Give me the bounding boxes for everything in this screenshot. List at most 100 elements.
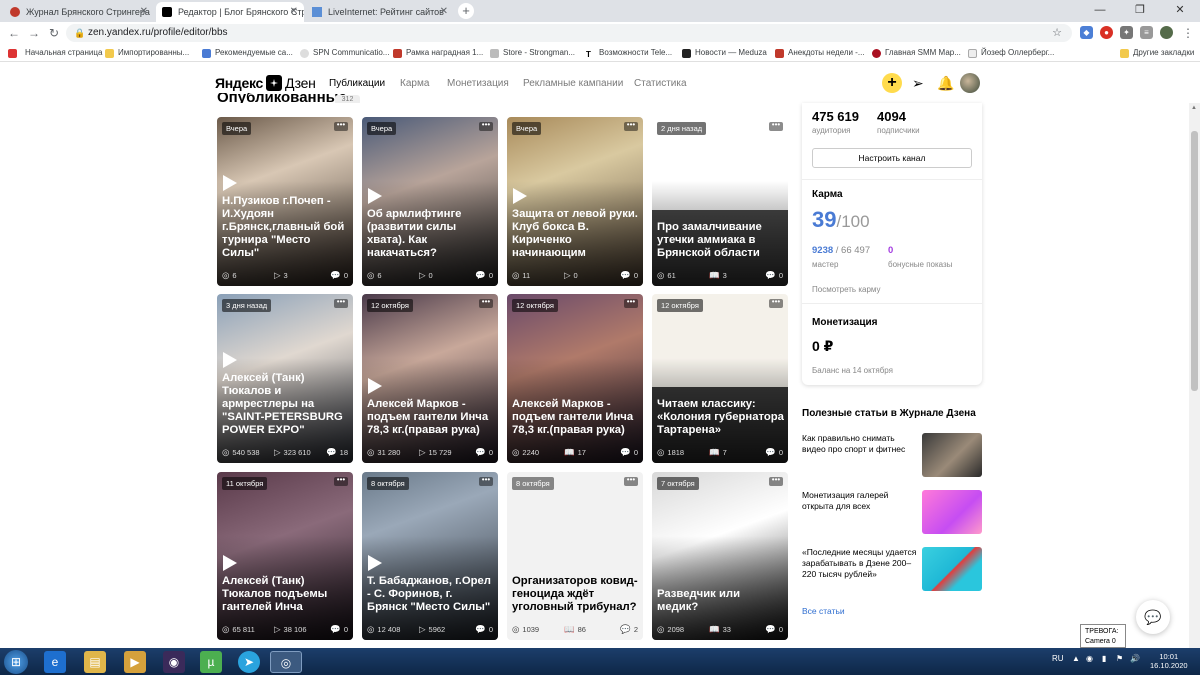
publication-card[interactable]: Вчера ••• Защита от левой руки. Клуб бокса… — [507, 117, 643, 286]
utorrent-icon[interactable]: µ — [200, 651, 222, 673]
card-more-icon[interactable]: ••• — [334, 121, 348, 131]
bookmark-item[interactable]: Начальная страница — [8, 47, 102, 59]
scrollbar-thumb[interactable] — [1191, 131, 1198, 391]
publication-card[interactable]: 2 дня назад ••• Про замалчивание утечки ам… — [652, 117, 788, 286]
network-icon[interactable]: ▮ — [1102, 654, 1106, 663]
tray-expand-icon[interactable]: ▲ — [1072, 654, 1080, 663]
tab-close-icon[interactable]: ✕ — [290, 6, 298, 17]
bookmark-item[interactable]: T Возможности Tele... — [586, 47, 672, 59]
volume-icon[interactable]: 🔊 — [1130, 654, 1140, 663]
bookmark-item[interactable]: SPN Communicatio... — [300, 47, 389, 59]
tab-close-icon[interactable]: ✕ — [140, 6, 148, 17]
page-icon — [490, 48, 499, 58]
new-tab-button[interactable]: + — [458, 3, 474, 19]
card-title: Про замалчивание утечки аммиака в Брянск… — [657, 221, 762, 259]
second-stat: 📖 7 — [709, 447, 727, 458]
forward-arrow-icon[interactable]: → — [26, 25, 42, 41]
chat-icon: 💬 — [1144, 609, 1162, 625]
bookmark-item[interactable]: Импортированны... — [105, 47, 189, 59]
puzzle-extensions-icon[interactable]: ✦ — [1120, 26, 1133, 39]
publication-card[interactable]: 8 октября ••• Организаторов ковид-геноцида… — [507, 472, 643, 640]
card-more-icon[interactable]: ••• — [334, 476, 348, 486]
publication-card[interactable]: Вчера ••• Об армлифтинге (развитии силы хв… — [362, 117, 498, 286]
publication-card[interactable]: Вчера ••• Н.Пузиков г.Почеп - И.Худоян г.Б… — [217, 117, 353, 286]
nav-karma[interactable]: Карма — [400, 78, 429, 89]
reload-icon[interactable]: ↻ — [46, 25, 62, 41]
scroll-up-icon[interactable]: ▲ — [1191, 105, 1197, 111]
bookmark-star-icon[interactable]: ☆ — [1052, 24, 1062, 42]
minimize-icon[interactable]: — — [1080, 0, 1120, 22]
publication-card[interactable]: 12 октября ••• Алексей Марков - подъем ган… — [507, 294, 643, 463]
publication-card[interactable]: 7 октября ••• Разведчик или медик? ◎ 2098 📖 33… — [652, 472, 788, 640]
publication-card[interactable]: 12 октября ••• Алексей Марков - подъем ган… — [362, 294, 498, 463]
views-stat: ◎ 1039 — [512, 624, 539, 635]
support-chat-button[interactable]: 💬 — [1136, 600, 1170, 634]
card-more-icon[interactable]: ••• — [479, 298, 493, 308]
useful-article-item[interactable]: Как правильно снимать видео про спорт и … — [802, 433, 982, 477]
extension-icon[interactable]: ≡ — [1140, 26, 1153, 39]
nav-publications[interactable]: Публикации — [329, 78, 385, 89]
url-input[interactable]: 🔒 zen.yandex.ru/profile/editor/bbs ☆ — [66, 24, 1072, 42]
close-window-icon[interactable]: ✕ — [1160, 0, 1200, 22]
card-more-icon[interactable]: ••• — [624, 121, 638, 131]
nav-ad-campaigns[interactable]: Рекламные кампании — [523, 78, 623, 89]
maximize-icon[interactable]: ❐ — [1120, 0, 1160, 22]
send-icon[interactable]: ➢ — [912, 74, 924, 92]
publication-card[interactable]: 12 октября ••• Читаем классику: «Колония г… — [652, 294, 788, 463]
comments-icon: 💬 — [330, 270, 341, 280]
useful-article-item[interactable]: Монетизация галерей открыта для всех — [802, 490, 982, 534]
user-avatar[interactable] — [960, 73, 980, 93]
publication-card[interactable]: 8 октября ••• Т. Бабаджанов, г.Орел - С. Ф… — [362, 472, 498, 640]
bookmark-item-other[interactable]: Другие закладки — [1120, 47, 1194, 59]
card-more-icon[interactable]: ••• — [624, 476, 638, 486]
nav-statistics[interactable]: Статистика — [634, 78, 687, 89]
bookmark-item[interactable]: Йозеф Оллерберг... — [968, 47, 1054, 59]
explorer-folder-icon[interactable]: ▤ — [84, 651, 106, 673]
card-more-icon[interactable]: ••• — [769, 121, 783, 131]
chrome-icon[interactable]: ◎ — [270, 651, 302, 673]
language-indicator[interactable]: RU — [1052, 654, 1064, 663]
browser-menu-icon[interactable]: ⋮ — [1180, 25, 1196, 41]
nav-monetization[interactable]: Монетизация — [447, 78, 509, 89]
all-articles-link[interactable]: Все статьи — [802, 606, 845, 616]
view-karma-link[interactable]: Посмотреть карму — [812, 285, 881, 294]
camera-alert-icon[interactable]: ◉ — [1086, 654, 1093, 663]
app-icon[interactable]: ◉ — [163, 651, 185, 673]
useful-article-item[interactable]: «Последние месяцы удается зарабатывать в… — [802, 547, 982, 591]
telegram-icon[interactable]: ➤ — [238, 651, 260, 673]
taskbar-clock[interactable]: 10:01 16.10.2020 — [1150, 652, 1188, 670]
bookmark-item[interactable]: Главная SMM Мар... — [872, 47, 961, 59]
ie-icon[interactable]: e — [44, 651, 66, 673]
panel-divider — [802, 303, 982, 304]
create-post-button[interactable]: + — [882, 73, 902, 93]
start-menu-icon[interactable]: ⊞ — [4, 650, 28, 674]
media-player-icon[interactable]: ▶ — [124, 651, 146, 673]
back-arrow-icon[interactable]: ← — [6, 25, 22, 41]
tab-editor[interactable]: Редактор | Блог Брянского Стри... ✕ — [156, 2, 304, 22]
publication-card[interactable]: 11 октября ••• Алексей (Танк) Тюкалов подъ… — [217, 472, 353, 640]
zen-logo[interactable]: Яндекс Дзен — [215, 75, 316, 91]
profile-avatar-icon[interactable] — [1160, 26, 1173, 39]
extension-icon[interactable]: ◆ — [1080, 26, 1093, 39]
publication-card[interactable]: 3 дня назад ••• Алексей (Танк) Тюкалов и а… — [217, 294, 353, 463]
tab-stringer-journal[interactable]: Журнал Брянского Стрингера ✕ — [4, 2, 154, 22]
bookmark-item[interactable]: Рамка наградная 1... — [393, 47, 483, 59]
card-more-icon[interactable]: ••• — [769, 298, 783, 308]
bookmark-item[interactable]: Store - Strongman... — [490, 47, 575, 59]
bookmark-item[interactable]: Анекдоты недели -... — [775, 47, 865, 59]
bookmark-item[interactable]: Рекомендуемые са... — [202, 47, 293, 59]
card-more-icon[interactable]: ••• — [769, 476, 783, 486]
adblock-icon[interactable]: ● — [1100, 26, 1113, 39]
setup-channel-button[interactable]: Настроить канал — [812, 148, 972, 168]
card-more-icon[interactable]: ••• — [334, 298, 348, 308]
play-icon — [223, 352, 237, 368]
notifications-bell-icon[interactable]: 🔔 — [937, 74, 954, 92]
flag-icon[interactable]: ⚑ — [1116, 654, 1123, 663]
card-more-icon[interactable]: ••• — [479, 476, 493, 486]
card-more-icon[interactable]: ••• — [479, 121, 493, 131]
bookmark-item[interactable]: Новости — Meduza — [682, 47, 767, 59]
tab-liveinternet[interactable]: LiveInternet: Рейтинг сайтов ✕ — [306, 2, 454, 22]
card-more-icon[interactable]: ••• — [624, 298, 638, 308]
page-scrollbar[interactable]: ▲ — [1189, 103, 1200, 648]
tab-close-icon[interactable]: ✕ — [440, 6, 448, 17]
